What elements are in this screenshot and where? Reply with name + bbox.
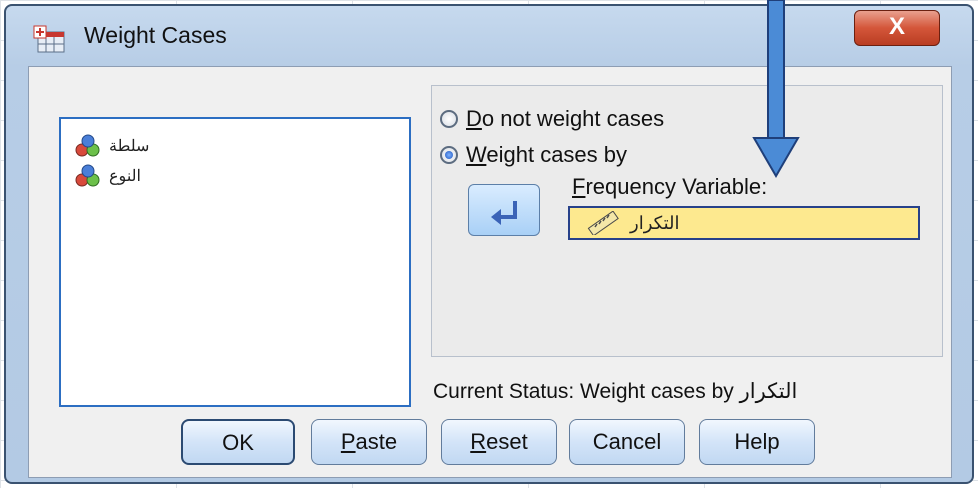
ok-button[interactable]: OK	[181, 419, 295, 465]
current-status: Current Status: Weight cases by التكرار	[433, 380, 798, 403]
do-not-weight-label: Do not weight cases	[466, 106, 665, 131]
do-not-weight-option[interactable]: Do not weight cases	[440, 106, 664, 132]
weight-cases-by-radio[interactable]	[440, 146, 458, 164]
frequency-variable-value: التكرار	[630, 212, 680, 233]
weight-cases-dialog: Weight Cases X سلطة النوع Do not weight …	[4, 4, 974, 484]
close-icon: X	[888, 13, 905, 40]
scale-variable-icon	[587, 211, 619, 235]
dialog-title: Weight Cases	[84, 22, 227, 48]
list-item[interactable]: سلطة	[73, 133, 149, 159]
dialog-body: سلطة النوع Do not weight cases Weight ca…	[28, 66, 952, 478]
cancel-button[interactable]: Cancel	[569, 419, 685, 465]
return-arrow-icon	[491, 201, 517, 225]
paste-button[interactable]: Paste	[311, 419, 427, 465]
frequency-variable-field[interactable]: التكرار	[568, 206, 920, 240]
weight-cases-app-icon	[33, 25, 65, 53]
frequency-variable-label: Frequency Variable:	[572, 174, 768, 199]
nominal-variable-icon	[75, 164, 100, 187]
annotation-down-arrow-icon	[752, 0, 800, 178]
list-item[interactable]: النوع	[73, 163, 141, 189]
reset-button[interactable]: Reset	[441, 419, 557, 465]
variable-list[interactable]: سلطة النوع	[59, 117, 411, 407]
weight-cases-by-label: Weight cases by	[466, 142, 628, 167]
move-variable-button[interactable]	[468, 184, 540, 236]
variable-name: النوع	[109, 168, 141, 185]
nominal-variable-icon	[75, 134, 100, 157]
weight-cases-by-option[interactable]: Weight cases by	[440, 142, 627, 168]
weighting-options-panel: Do not weight cases Weight cases by Freq…	[431, 85, 943, 357]
variable-name: سلطة	[109, 138, 150, 155]
help-button[interactable]: Help	[699, 419, 815, 465]
do-not-weight-radio[interactable]	[440, 110, 458, 128]
title-bar[interactable]: Weight Cases X	[6, 6, 972, 66]
close-button[interactable]: X	[854, 10, 940, 46]
